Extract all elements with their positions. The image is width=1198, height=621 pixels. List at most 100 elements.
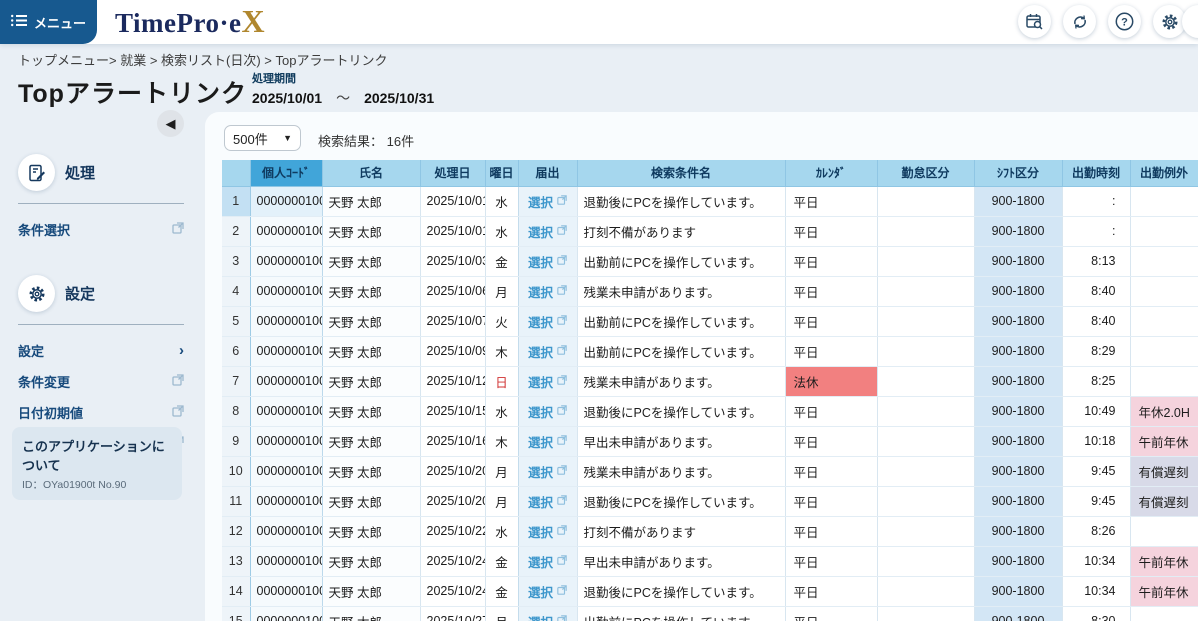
select-link[interactable]: 選択 [528, 282, 567, 301]
external-link-icon [172, 404, 184, 422]
clock-in-exception-cell: 有償遅刻 [1130, 456, 1198, 486]
select-link[interactable]: 選択 [528, 552, 567, 571]
help-button[interactable]: ? [1108, 5, 1141, 38]
clock-in-time-cell: 8:40 [1062, 276, 1130, 306]
process-date-cell: 2025/10/06 [420, 276, 485, 306]
process-date-cell: 2025/10/07 [420, 306, 485, 336]
select-link[interactable]: 選択 [528, 612, 567, 621]
name-cell: 天野 太郎 [322, 426, 420, 456]
name-cell: 天野 太郎 [322, 366, 420, 396]
application-cell: 選択 [518, 366, 577, 396]
select-link[interactable]: 選択 [528, 432, 567, 451]
name-cell: 天野 太郎 [322, 336, 420, 366]
attendance-category-cell [877, 396, 974, 426]
process-date-cell: 2025/10/15 [420, 396, 485, 426]
select-link[interactable]: 選択 [528, 402, 567, 421]
process-date-cell: 2025/10/09 [420, 336, 485, 366]
weekday-cell: 金 [485, 246, 518, 276]
select-link[interactable]: 選択 [528, 582, 567, 601]
application-cell: 選択 [518, 486, 577, 516]
attendance-category-cell [877, 516, 974, 546]
select-link[interactable]: 選択 [528, 342, 567, 361]
select-link[interactable]: 選択 [528, 372, 567, 391]
application-cell: 選択 [518, 576, 577, 606]
column-header[interactable]: 曜日 [485, 160, 518, 186]
column-header[interactable]: 出勤時刻 [1062, 160, 1130, 186]
table-row: 4 0000000100 天野 太郎 2025/10/06 月 選択 残業未申請… [222, 276, 1198, 306]
clock-in-exception-cell: 午前年休 [1130, 576, 1198, 606]
attendance-category-cell [877, 246, 974, 276]
calendar-cell: 平日 [785, 486, 877, 516]
application-cell: 選択 [518, 306, 577, 336]
select-link[interactable]: 選択 [528, 222, 567, 241]
search-condition-cell: 出勤前にPCを操作しています。 [577, 336, 785, 366]
sidebar-collapse-button[interactable]: ◀ [157, 110, 184, 137]
select-link[interactable]: 選択 [528, 252, 567, 271]
application-cell: 選択 [518, 336, 577, 366]
clock-in-time-cell: 9:45 [1062, 456, 1130, 486]
personal-code-cell: 0000000100 [250, 426, 322, 456]
search-condition-cell: 退勤後にPCを操作しています。 [577, 396, 785, 426]
period-start-date: 2025/10/01 [252, 90, 322, 106]
weekday-cell: 月 [485, 606, 518, 621]
application-cell: 選択 [518, 456, 577, 486]
select-link[interactable]: 選択 [528, 312, 567, 331]
calendar-cell: 平日 [785, 606, 877, 621]
table-row: 7 0000000100 天野 太郎 2025/10/12 日 選択 残業未申請… [222, 366, 1198, 396]
column-header[interactable]: 個人ｺｰﾄﾞ [250, 160, 322, 186]
column-header[interactable]: 検索条件名 [577, 160, 785, 186]
sidebar-item-condition-select[interactable]: 条件選択 [18, 214, 184, 245]
name-cell: 天野 太郎 [322, 396, 420, 426]
section-title-settings: 設定 [65, 283, 95, 304]
column-header[interactable]: 勤怠区分 [877, 160, 974, 186]
search-condition-cell: 退勤後にPCを操作しています。 [577, 186, 785, 216]
name-cell: 天野 太郎 [322, 486, 420, 516]
calendar-search-button[interactable] [1018, 5, 1051, 38]
calendar-cell: 平日 [785, 456, 877, 486]
breadcrumb[interactable]: トップメニュー> 就業 > 検索リスト(日次) > Topアラートリンク [18, 50, 391, 69]
column-header[interactable]: ｶﾚﾝﾀﾞ [785, 160, 877, 186]
clock-in-time-cell: : [1062, 216, 1130, 246]
refresh-button[interactable] [1063, 5, 1096, 38]
process-date-cell: 2025/10/12 [420, 366, 485, 396]
clock-in-exception-cell [1130, 366, 1198, 396]
weekday-cell: 火 [485, 306, 518, 336]
sidebar-item-condition-change[interactable]: 条件変更 [18, 366, 184, 397]
search-condition-cell: 出勤前にPCを操作しています。 [577, 306, 785, 336]
weekday-cell: 月 [485, 276, 518, 306]
sidebar-item-date-initial-value[interactable]: 日付初期値 [18, 397, 184, 428]
shift-category-cell: 900-1800 [974, 546, 1062, 576]
menu-button[interactable]: メニュー [0, 0, 97, 44]
about-application-box[interactable]: このアプリケーションについて ID：OYa01900t No.90 [12, 427, 182, 500]
select-link[interactable]: 選択 [528, 462, 567, 481]
process-date-cell: 2025/10/01 [420, 186, 485, 216]
attendance-category-cell [877, 276, 974, 306]
personal-code-cell: 0000000100 [250, 366, 322, 396]
svg-text:?: ? [1121, 17, 1128, 29]
calendar-cell: 平日 [785, 576, 877, 606]
application-cell: 選択 [518, 216, 577, 246]
column-header[interactable] [222, 160, 250, 186]
shift-category-cell: 900-1800 [974, 246, 1062, 276]
clock-in-time-cell: 10:34 [1062, 576, 1130, 606]
column-header[interactable]: 処理日 [420, 160, 485, 186]
divider [18, 203, 184, 204]
column-header[interactable]: ｼﾌﾄ区分 [974, 160, 1062, 186]
external-link-icon [557, 374, 567, 388]
shift-category-cell: 900-1800 [974, 396, 1062, 426]
page-size-select[interactable]: 500件 ▼ [224, 125, 301, 151]
clock-in-time-cell: 8:25 [1062, 366, 1130, 396]
sidebar-item-settings[interactable]: 設定 › [18, 335, 184, 366]
shift-category-cell: 900-1800 [974, 576, 1062, 606]
column-header[interactable]: 届出 [518, 160, 577, 186]
select-link[interactable]: 選択 [528, 522, 567, 541]
column-header[interactable]: 出勤例外 [1130, 160, 1198, 186]
clock-in-time-cell: 8:13 [1062, 246, 1130, 276]
select-link[interactable]: 選択 [528, 192, 567, 211]
external-link-icon [557, 614, 567, 621]
select-link[interactable]: 選択 [528, 492, 567, 511]
chevron-right-icon: › [179, 342, 184, 359]
calendar-cell: 平日 [785, 306, 877, 336]
column-header[interactable]: 氏名 [322, 160, 420, 186]
weekday-cell: 木 [485, 426, 518, 456]
